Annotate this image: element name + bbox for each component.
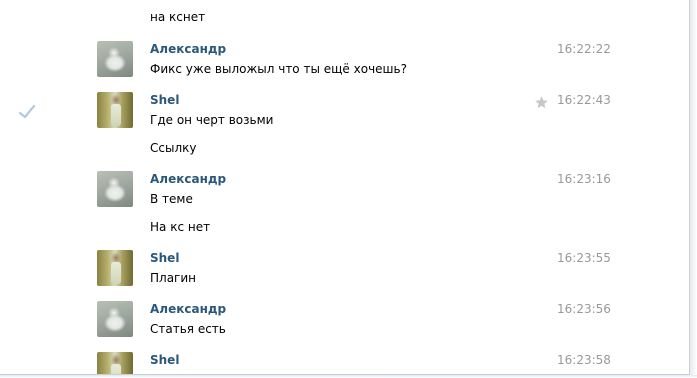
message-time[interactable]: 16:23:58 xyxy=(557,353,611,367)
message-text: Ссылку xyxy=(150,141,197,155)
avatar[interactable] xyxy=(97,171,133,207)
message-history: на кснет Александр 16:22:22 Фикс уже выл… xyxy=(0,0,690,375)
message-text: Фикс уже выложыл что ты ещё хочешь? xyxy=(150,62,407,76)
message-time[interactable]: 16:23:55 xyxy=(557,251,611,265)
message-text: Где он черт возьми xyxy=(150,113,274,127)
author-name[interactable]: Александр xyxy=(150,172,226,186)
message-text: Плагин xyxy=(150,271,196,285)
author-name[interactable]: Александр xyxy=(150,42,226,56)
author-name[interactable]: Shel xyxy=(150,353,179,367)
author-name[interactable]: Александр xyxy=(150,302,226,316)
message-text: на кснет xyxy=(150,10,206,24)
message-text: В теме xyxy=(150,192,193,206)
avatar[interactable] xyxy=(97,92,133,128)
avatar[interactable] xyxy=(97,352,133,374)
author-name[interactable]: Shel xyxy=(150,93,179,107)
avatar[interactable] xyxy=(97,250,133,286)
message-time[interactable]: 16:23:16 xyxy=(557,172,611,186)
message-text: Статья есть xyxy=(150,322,226,336)
message-text: На кс нет xyxy=(150,220,211,234)
message-time[interactable]: 16:22:22 xyxy=(557,42,611,56)
star-icon[interactable] xyxy=(534,95,549,110)
avatar[interactable] xyxy=(97,301,133,337)
avatar[interactable] xyxy=(97,41,133,77)
panel-shadow xyxy=(690,0,697,378)
message-time[interactable]: 16:23:56 xyxy=(557,302,611,316)
check-icon xyxy=(18,104,36,119)
message-time[interactable]: 16:22:43 xyxy=(557,93,611,107)
author-name[interactable]: Shel xyxy=(150,251,179,265)
